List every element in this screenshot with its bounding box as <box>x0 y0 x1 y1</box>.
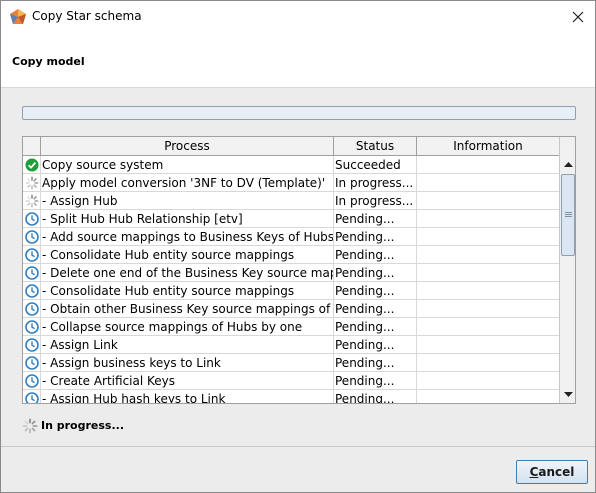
information-cell <box>417 282 559 300</box>
status-cell: Pending... <box>334 336 417 354</box>
process-cell: - Obtain other Business Key source mappi… <box>42 300 334 318</box>
scroll-up-arrow-icon[interactable] <box>560 156 576 173</box>
process-cell: - Assign Hub <box>41 192 334 210</box>
status-cell: Pending... <box>334 390 417 403</box>
clock-icon <box>23 336 41 354</box>
clock-icon <box>23 246 41 264</box>
information-cell <box>417 390 559 403</box>
table-body: Copy source system Succeeded Apply model c… <box>23 156 559 403</box>
process-cell: - Collapse source mappings of Hubs by on… <box>41 318 334 336</box>
cancel-label: ancel <box>538 465 575 479</box>
clock-icon <box>23 390 41 403</box>
spinner-icon <box>22 418 38 434</box>
clock-icon <box>23 354 41 372</box>
process-cell: - Assign Hub hash keys to Link <box>41 390 334 403</box>
status-cell: Pending... <box>334 228 417 246</box>
information-cell <box>417 264 559 282</box>
clock-icon <box>23 228 41 246</box>
window-title: Copy Star schema <box>32 9 142 23</box>
process-cell: - Consolidate Hub entity source mappings <box>41 246 334 264</box>
table-row[interactable]: - Add source mappings to Business Keys o… <box>23 228 559 246</box>
information-cell <box>417 156 559 174</box>
table-row[interactable]: - Consolidate Hub entity source mappings… <box>23 246 559 264</box>
table-row[interactable]: - Assign business keys to Link Pending... <box>23 354 559 372</box>
table-row[interactable]: - Delete one end of the Business Key sou… <box>23 264 559 282</box>
scrollbar-grip <box>565 212 572 213</box>
clock-icon <box>23 264 41 282</box>
column-header-status[interactable]: Status <box>334 137 417 155</box>
information-cell <box>417 246 559 264</box>
information-cell <box>417 372 559 390</box>
table-row[interactable]: - Assign Link Pending... <box>23 336 559 354</box>
cancel-button[interactable]: Cancel <box>516 460 588 484</box>
clock-icon <box>23 372 41 390</box>
star-schema-app-icon <box>10 9 26 24</box>
information-cell <box>417 300 559 318</box>
status-cell: In progress... <box>334 192 417 210</box>
vertical-scrollbar[interactable] <box>559 137 576 403</box>
table-row[interactable]: - Assign Hub hash keys to Link Pending... <box>23 390 559 403</box>
table-row[interactable]: Copy source system Succeeded <box>23 156 559 174</box>
dialog-window: Copy Star schema Copy model Process Stat… <box>0 0 596 493</box>
information-cell <box>417 354 559 372</box>
information-cell <box>417 318 559 336</box>
information-cell <box>417 210 559 228</box>
dialog-header: Copy model <box>1 32 595 88</box>
process-cell: - Split Hub Hub Relationship [etv] <box>41 210 334 228</box>
status-cell: Pending... <box>334 210 417 228</box>
scroll-down-arrow-icon[interactable] <box>560 386 576 403</box>
table-row[interactable]: - Consolidate Hub entity source mappings… <box>23 282 559 300</box>
table-row[interactable]: Apply model conversion '3NF to DV (Templ… <box>23 174 559 192</box>
status-cell: Pending... <box>334 246 417 264</box>
footer-divider <box>1 446 595 447</box>
table-row[interactable]: - Obtain other Business Key source mappi… <box>23 300 559 318</box>
process-table: Process Status Information Copy source s… <box>22 136 576 404</box>
table-row[interactable]: - Create Artificial Keys Pending... <box>23 372 559 390</box>
process-cell: - Assign business keys to Link <box>41 354 334 372</box>
process-cell: - Consolidate Hub entity source mappings <box>41 282 334 300</box>
process-cell: - Add source mappings to Business Keys o… <box>42 228 334 246</box>
close-icon <box>572 11 584 23</box>
process-cell: Copy source system <box>41 156 334 174</box>
column-header-process[interactable]: Process <box>41 137 334 155</box>
information-cell <box>417 336 559 354</box>
status-cell: Pending... <box>334 354 417 372</box>
table-row[interactable]: - Assign Hub In progress... <box>23 192 559 210</box>
check-icon <box>23 156 41 174</box>
clock-icon <box>23 282 41 300</box>
information-cell <box>417 192 559 210</box>
clock-icon <box>23 300 41 318</box>
spinner-icon <box>23 174 41 192</box>
status-cell: Pending... <box>334 372 417 390</box>
dialog-heading: Copy model <box>12 55 85 68</box>
process-cell: - Delete one end of the Business Key sou… <box>42 264 334 282</box>
table-header: Process Status Information <box>23 137 559 156</box>
information-cell <box>417 228 559 246</box>
process-cell: - Assign Link <box>41 336 334 354</box>
process-cell: - Create Artificial Keys <box>41 372 334 390</box>
column-header-information[interactable]: Information <box>417 137 559 155</box>
status-cell: In progress... <box>334 174 417 192</box>
status-cell: Pending... <box>334 318 417 336</box>
table-row[interactable]: - Collapse source mappings of Hubs by on… <box>23 318 559 336</box>
scrollbar-thumb[interactable] <box>561 174 575 256</box>
status-cell: Pending... <box>334 282 417 300</box>
copy-progress-bar <box>22 106 576 120</box>
process-cell: Apply model conversion '3NF to DV (Templ… <box>41 174 334 192</box>
column-header-icon <box>23 137 41 155</box>
status-cell: Pending... <box>334 264 417 282</box>
information-cell <box>417 174 559 192</box>
title-bar[interactable]: Copy Star schema <box>1 1 595 32</box>
status-text: In progress... <box>41 419 124 432</box>
scrollbar-grip <box>565 214 572 215</box>
clock-icon <box>23 210 41 228</box>
scrollbar-grip <box>565 216 572 217</box>
spinner-icon <box>23 192 41 210</box>
table-row[interactable]: - Split Hub Hub Relationship [etv] Pendin… <box>23 210 559 228</box>
close-button[interactable] <box>567 6 589 28</box>
status-cell: Pending... <box>334 300 417 318</box>
clock-icon <box>23 318 41 336</box>
status-cell: Succeeded <box>334 156 417 174</box>
